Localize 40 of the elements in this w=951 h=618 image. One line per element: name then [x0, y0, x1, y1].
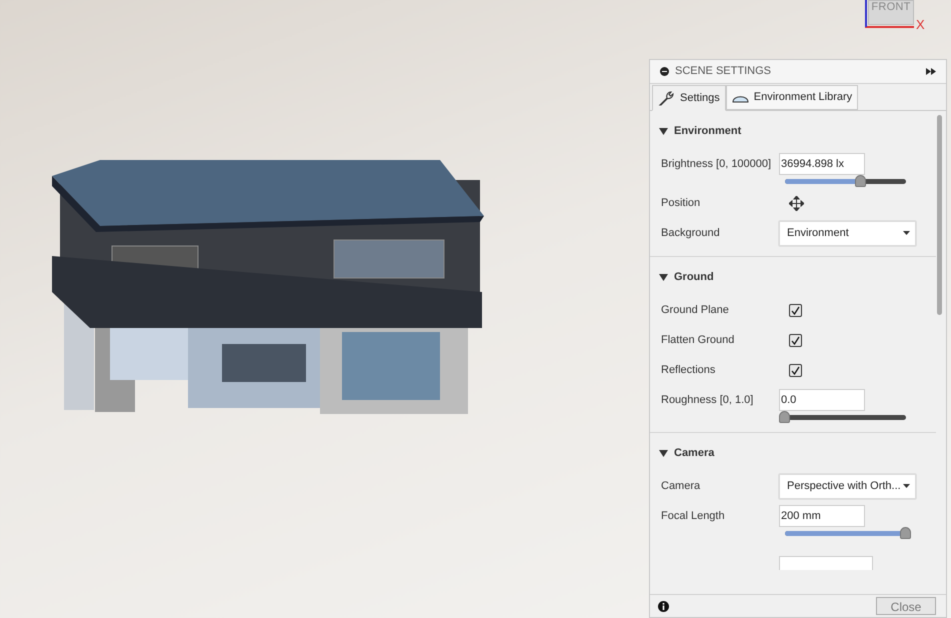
caret-icon: [903, 484, 910, 488]
field-label: Background: [661, 226, 721, 241]
field-label: Camera: [661, 478, 702, 494]
dropdown[interactable]: Perspective with Orth...: [779, 474, 916, 498]
panel-title: SCENE SETTINGS: [675, 64, 772, 80]
dropdown[interactable]: Environment: [779, 220, 916, 246]
slider-thumb[interactable]: [900, 527, 911, 539]
section-title[interactable]: Environment: [674, 122, 742, 140]
field-label: Position: [661, 196, 702, 211]
field-label: Brightness [0, 100000]: [661, 156, 772, 172]
field-label: Roughness [0, 1.0]: [661, 392, 754, 408]
expand-icon[interactable]: [926, 68, 936, 75]
caret-icon[interactable]: [659, 128, 668, 134]
close-button[interactable]: Close: [876, 597, 936, 615]
checkbox[interactable]: [789, 364, 802, 376]
slider-thumb[interactable]: [779, 411, 790, 423]
checkbox[interactable]: [789, 304, 802, 316]
field-label: Flatten Ground: [661, 332, 736, 348]
slider-thumb[interactable]: [855, 175, 866, 187]
caret-icon[interactable]: [659, 450, 668, 456]
field-label: Ground Plane: [661, 302, 730, 318]
section-title[interactable]: Ground: [674, 268, 714, 286]
field-label: Reflections: [661, 362, 716, 378]
info-icon[interactable]: [658, 600, 669, 612]
axis-label: X: [916, 18, 925, 31]
checkbox[interactable]: [789, 334, 802, 346]
value-field[interactable]: [779, 556, 873, 570]
value-field[interactable]: 0.0: [779, 389, 865, 411]
move-icon[interactable]: [789, 196, 804, 210]
caret-icon[interactable]: [659, 274, 668, 280]
field-label: Focal Length: [661, 508, 726, 524]
scrollbar[interactable]: [937, 115, 942, 315]
tab[interactable]: Environment Library: [726, 85, 858, 110]
collapse-icon[interactable]: [660, 67, 669, 76]
wrench-icon: [658, 90, 675, 106]
tab[interactable]: Settings: [652, 85, 726, 111]
section-title[interactable]: Camera: [674, 444, 714, 462]
value-field[interactable]: 36994.898 lx: [779, 153, 865, 175]
caret-icon: [903, 231, 910, 235]
value-field[interactable]: 200 mm: [779, 505, 865, 527]
